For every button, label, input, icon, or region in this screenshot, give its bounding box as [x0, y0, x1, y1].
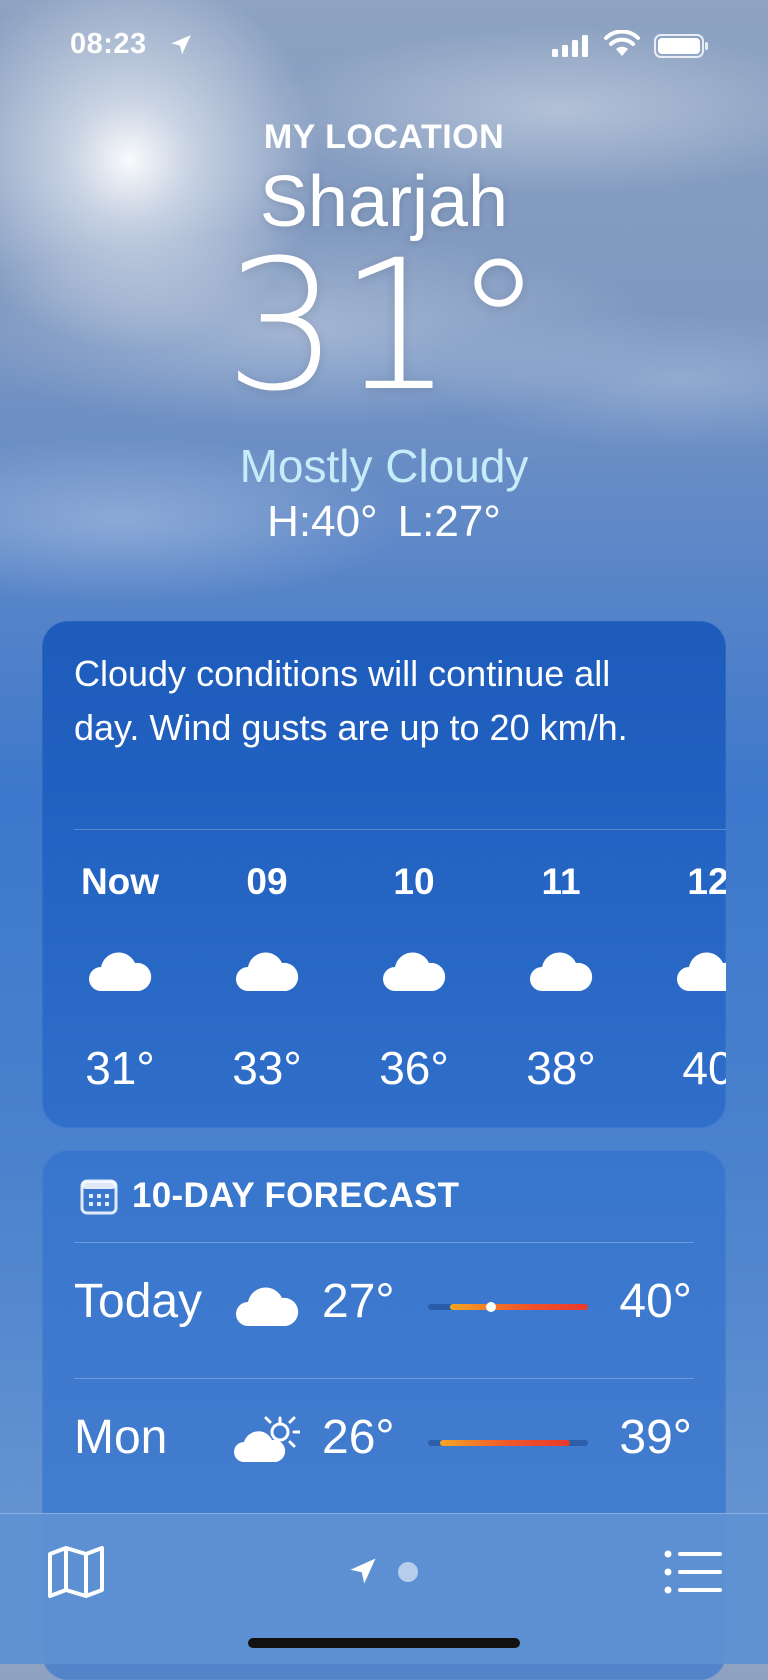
- hourly-list[interactable]: Now 31° 09 33° 10 36° 11 38° 12 40: [42, 861, 726, 1111]
- weather-summary: Cloudy conditions will continue all day.…: [74, 653, 628, 748]
- current-weather-header: MY LOCATION Sharjah 31° Mostly Cloudy H:…: [0, 118, 768, 547]
- hour-item: 10 36°: [354, 861, 474, 1095]
- high-temp: H:40°: [267, 497, 378, 546]
- divider: [74, 829, 726, 830]
- cloud-icon: [89, 952, 152, 991]
- signal-icon: [552, 35, 588, 57]
- high-temp: 39°: [619, 1411, 692, 1464]
- cloud-icon: [236, 952, 299, 991]
- divider: [74, 1378, 694, 1379]
- partly-sunny-icon: [234, 1416, 300, 1462]
- divider: [74, 1242, 694, 1243]
- battery-icon: [654, 34, 708, 58]
- hourly-forecast-card[interactable]: Cloudy conditions will continue all day.…: [42, 621, 726, 1128]
- hour-item: 09 33°: [207, 861, 327, 1095]
- wifi-icon: [604, 30, 640, 56]
- hour-temp: 31°: [85, 1042, 155, 1094]
- low-temp: 26°: [322, 1411, 395, 1464]
- hour-label: 11: [541, 861, 581, 902]
- cloud-icon: [530, 952, 593, 991]
- cloud-icon: [236, 1287, 299, 1326]
- status-bar: 08:23: [0, 26, 768, 66]
- high-low: H:40° L:27°: [0, 497, 768, 547]
- cloud-icon: [383, 952, 446, 991]
- forecast-row-mon[interactable]: Mon 26° 39°: [42, 1380, 726, 1508]
- hour-item: 11 38°: [501, 861, 621, 1095]
- list-icon[interactable]: [664, 1548, 722, 1596]
- location-arrow-icon[interactable]: [348, 1556, 378, 1586]
- low-temp: 27°: [322, 1275, 395, 1328]
- temp-range-bar: [428, 1440, 588, 1446]
- hour-temp: 33°: [232, 1042, 302, 1094]
- hour-label: 09: [246, 861, 288, 902]
- forecast-title: 10-DAY FORECAST: [132, 1176, 460, 1215]
- temp-range-fill: [450, 1304, 588, 1310]
- location-arrow-icon: [171, 35, 191, 55]
- condition-text: Mostly Cloudy: [239, 440, 529, 492]
- home-indicator[interactable]: [248, 1638, 520, 1648]
- calendar-icon: [80, 1179, 118, 1215]
- map-icon[interactable]: [46, 1544, 106, 1600]
- bottom-toolbar: [0, 1513, 768, 1664]
- location-label: MY LOCATION: [263, 118, 505, 156]
- temp-range-fill: [440, 1440, 570, 1446]
- page-indicator-dot[interactable]: [398, 1562, 418, 1582]
- day-label: Mon: [74, 1411, 168, 1464]
- hour-label: Now: [80, 861, 160, 902]
- hour-temp: 36°: [379, 1042, 449, 1094]
- hour-label: 12: [687, 861, 726, 902]
- current-temp-marker: [486, 1302, 496, 1312]
- high-temp: 40°: [619, 1275, 692, 1328]
- forecast-header: 10-DAY FORECAST: [80, 1176, 459, 1216]
- day-label: Today: [74, 1275, 203, 1328]
- hour-temp: 40: [682, 1042, 726, 1094]
- temp-range-bar: [428, 1302, 588, 1312]
- cloud-icon: [677, 952, 726, 991]
- hour-temp: 38°: [526, 1042, 596, 1094]
- status-time: 08:23: [70, 28, 147, 60]
- hour-item: Now 31°: [60, 861, 180, 1095]
- hour-label: 10: [393, 861, 435, 902]
- low-temp: L:27°: [397, 497, 501, 546]
- current-temperature: 31°: [224, 222, 544, 431]
- forecast-row-today[interactable]: Today 27° 40°: [42, 1244, 726, 1372]
- hour-item: 12 40: [648, 861, 726, 1095]
